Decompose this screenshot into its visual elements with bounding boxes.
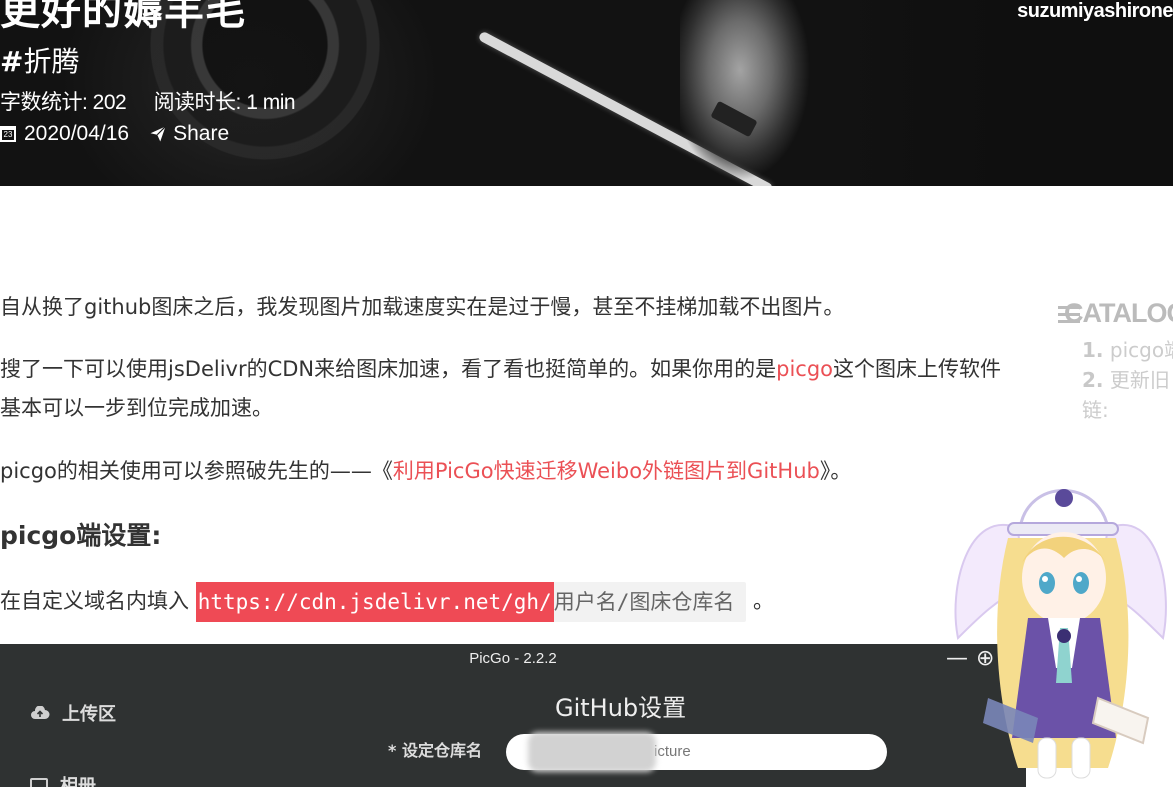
catalog-item[interactable]: 2. 更新旧 [1058,365,1173,395]
calendar-icon: 23 [0,126,16,142]
p4-text-after: 。 [753,589,775,613]
reference-article-link[interactable]: 利用PicGo快速迁移Weibo外链图片到GitHub [393,459,820,483]
section-heading-picgo: picgo端设置: [0,521,162,550]
catalog-item-label: 链: [1082,398,1109,422]
catalog-item-label: picgo端 [1109,338,1173,362]
word-count: 字数统计: 202 [0,91,127,114]
live2d-mascot[interactable] [948,468,1173,787]
catalog-title: CATALOG [1058,298,1173,329]
p3-text-before: picgo的相关使用可以参照破先生的——《 [0,459,393,483]
catalog-item-label: 更新旧 [1109,368,1170,392]
p2-text-before: 搜了一下可以使用jsDelivr的CDN来给图床加速，看了看也挺简单的。如果你用… [0,357,777,381]
tag-label: 折腾 [23,45,80,78]
paragraph-custom-domain: 在自定义域名内填入 https://cdn.jsdelivr.net/gh/用户… [0,582,774,622]
redacted-blur [528,732,656,772]
sidebar-label: 上传区 [62,704,116,725]
catalog-item[interactable]: 链: [1058,395,1173,425]
picgo-link[interactable]: picgo [776,357,833,381]
author-name[interactable]: suzumiyashirone [1017,0,1173,23]
post-header-banner: 更好的薅羊毛 #折腾 字数统计: 202 阅读时长: 1 min 23 2020… [0,0,1173,186]
catalog-item-number: 1. [1082,338,1104,362]
post-title: 更好的薅羊毛 [0,0,246,34]
code-rest: 用户名/图床仓库名 [553,590,735,614]
catalog-item-number: 2. [1082,368,1104,392]
picgo-screenshot: PicGo - 2.2.2 — ⊕ ✕ 上传区 相册 GitHub设置 * 设定… [0,644,1026,787]
read-time: 阅读时长: 1 min [153,91,296,114]
catalog-item[interactable]: 1. picgo端 [1058,335,1173,365]
banner-shadow [830,0,1173,186]
p3-text-after: 》。 [819,459,852,483]
post-tag[interactable]: #折腾 [0,40,79,80]
paragraph-reference: picgo的相关使用可以参照破先生的——《利用PicGo快速迁移Weibo外链图… [0,452,851,491]
share-link[interactable]: Share [137,122,229,146]
p4-text-before: 在自定义域名内填入 [0,589,189,613]
paragraph-intro: 自从换了github图床之后，我发现图片加载速度实在是过于慢，甚至不挂梯加载不出… [0,295,845,319]
repo-field-label: * 设定仓库名 [388,741,482,760]
code-highlight: https://cdn.jsdelivr.net/gh/ [195,582,554,622]
github-settings-title: GitHub设置 [555,694,687,722]
inline-code: https://cdn.jsdelivr.net/gh/用户名/图床仓库名 [195,582,747,622]
paragraph-jsdelivr: 搜了一下可以使用jsDelivr的CDN来给图床加速，看了看也挺简单的。如果你用… [0,350,1010,428]
banner-lego-figure [680,0,830,186]
picgo-window-title: PicGo - 2.2.2 [469,650,557,667]
sidebar-label: 相册 [60,776,96,787]
share-label: Share [173,122,230,145]
catalog-sidebar: CATALOG 1. picgo端 2. 更新旧 链: [1058,298,1173,425]
tag-hash: # [0,45,24,78]
sidebar-item-album[interactable]: 相册 [30,772,96,787]
post-meta: 23 2020/04/16 Share [0,122,229,146]
album-icon [30,777,48,787]
sidebar-item-upload[interactable]: 上传区 [30,700,116,726]
post-date: 2020/04/16 [24,122,130,145]
catalog-title-text: CATALOG [1064,298,1173,328]
send-icon [150,126,167,142]
post-stats: 字数统计: 202 阅读时长: 1 min [0,86,317,116]
cloud-upload-icon [31,706,50,719]
